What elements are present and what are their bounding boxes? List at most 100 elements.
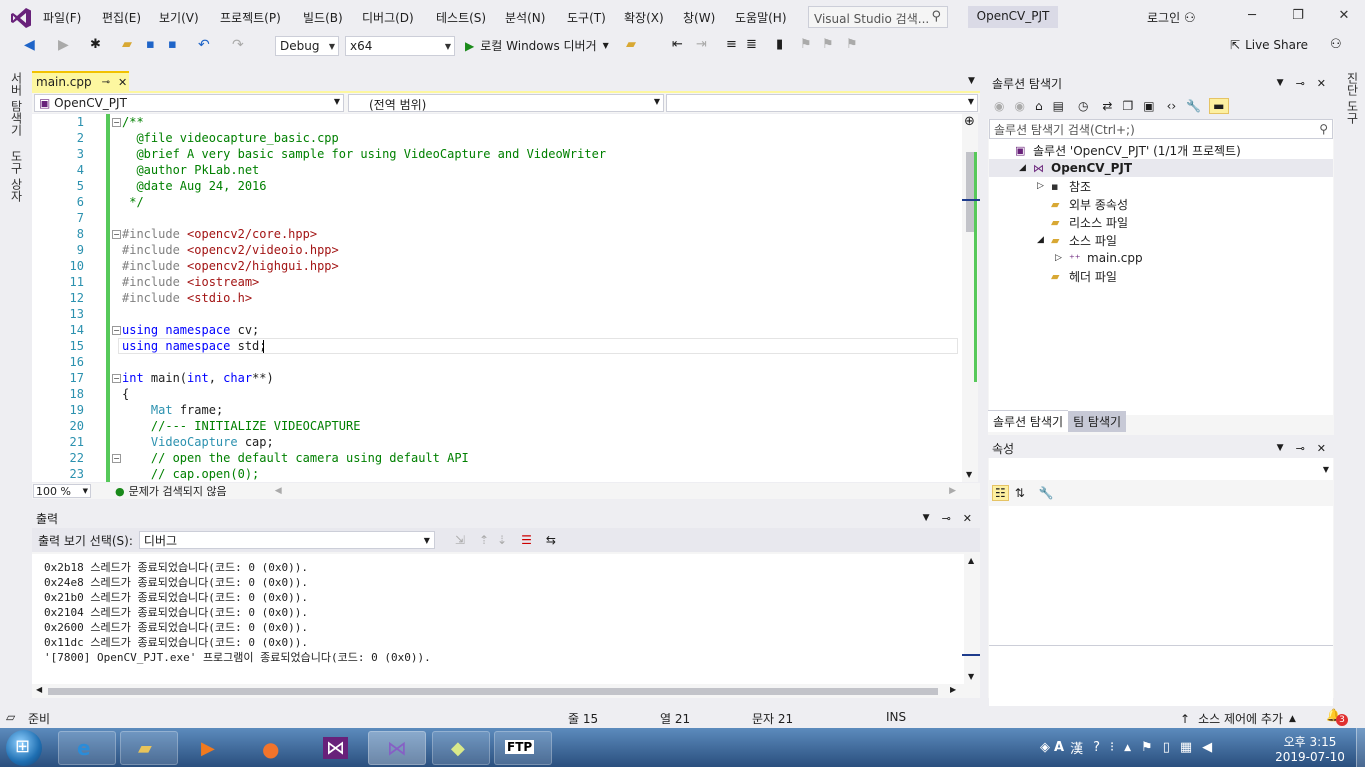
pin-icon[interactable]: ⊸ <box>1296 442 1305 455</box>
tree-expander-icon[interactable]: ◢ <box>1037 235 1051 245</box>
collapse-all-icon[interactable]: ❐ <box>1122 99 1133 113</box>
clear-all-icon[interactable]: ☰ <box>521 533 532 547</box>
bookmark-prev-icon[interactable]: ⚑ <box>800 37 816 53</box>
split-icon[interactable]: ⊕ <box>964 114 975 129</box>
tree-expander-icon[interactable]: ◢ <box>1019 163 1033 173</box>
bookmark-next-icon[interactable]: ⚑ <box>822 37 838 53</box>
tab-team-explorer[interactable]: 팀 탐색기 <box>1068 410 1127 432</box>
back-icon[interactable]: ◀ <box>24 37 40 53</box>
uncomment-icon[interactable]: ≣ <box>746 37 762 53</box>
tree-item[interactable]: ▰ 외부 종속성 <box>989 195 1333 213</box>
scope-nav-select[interactable]: (전역 범위) ▼ <box>348 94 664 112</box>
menu-item-4[interactable]: 빌드(B) <box>303 9 343 26</box>
tray-expand-icon[interactable]: ▲ <box>1124 743 1131 753</box>
project-nav-select[interactable]: ▣ OpenCV_PJT ▼ <box>34 94 344 112</box>
pin-icon[interactable]: ⊸ <box>1296 77 1305 90</box>
step-icon[interactable]: ⇤ <box>672 37 688 53</box>
close-icon[interactable]: ✕ <box>1336 8 1352 24</box>
notifications-button[interactable]: 🔔 3 <box>1326 708 1348 726</box>
close-icon[interactable]: ✕ <box>1317 77 1326 90</box>
tab-overflow-icon[interactable]: ▼ <box>968 76 975 86</box>
tree-item[interactable]: ▰ 리소스 파일 <box>989 213 1333 231</box>
sync-icon[interactable]: ⇄ <box>1102 99 1112 113</box>
undo-icon[interactable]: ↶ <box>198 37 214 53</box>
preview-icon[interactable]: ▬ <box>1209 98 1229 114</box>
alphabetical-icon[interactable]: ⇅ <box>1015 486 1025 500</box>
bookmark-clear-icon[interactable]: ⚑ <box>846 37 862 53</box>
show-desktop-button[interactable] <box>1356 728 1365 767</box>
volume-icon[interactable]: ◀ <box>1202 740 1212 755</box>
output-source-select[interactable]: 디버그 ▼ <box>138 531 435 549</box>
menu-item-2[interactable]: 보기(V) <box>159 9 199 26</box>
window-menu-icon[interactable]: ▼ <box>1277 78 1284 88</box>
scroll-left-icon[interactable]: ◀ <box>36 685 42 694</box>
tree-item[interactable]: ▷ ⁺⁺ main.cpp <box>989 249 1333 267</box>
bookmark-icon[interactable]: ▮ <box>776 37 792 53</box>
menu-item-0[interactable]: 파일(F) <box>43 9 81 26</box>
scroll-down-icon[interactable]: ▼ <box>966 470 972 479</box>
action-center-flag-icon[interactable]: ⚑ <box>1141 740 1153 755</box>
close-icon[interactable]: ✕ <box>963 512 972 525</box>
comment-icon[interactable]: ≡ <box>726 37 742 53</box>
show-all-files-icon[interactable]: ▣ <box>1143 99 1154 113</box>
menu-item-11[interactable]: 도움말(H) <box>735 9 787 26</box>
scroll-up-icon[interactable]: ▲ <box>968 556 974 565</box>
scroll-right-icon[interactable]: ▶ <box>950 685 956 694</box>
server-explorer-tab[interactable]: 서버 탐색기 <box>8 72 25 136</box>
browse-icon[interactable]: ▰ <box>626 37 642 53</box>
fold-toggle-icon[interactable]: − <box>112 326 121 335</box>
tree-item[interactable]: ◢ ⋈ OpenCV_PJT <box>989 159 1333 177</box>
prev-message-icon[interactable]: ⇡ <box>479 533 489 547</box>
network-globe-icon[interactable]: ◈ <box>1040 740 1050 755</box>
login-button[interactable]: 로그인 ⚇ <box>1147 9 1196 26</box>
scroll-right-icon[interactable]: ▶ <box>949 486 956 496</box>
menu-item-3[interactable]: 프로젝트(P) <box>220 9 281 26</box>
properties-object-select[interactable]: ▼ <box>989 458 1333 480</box>
tab-main-cpp[interactable]: main.cpp ⊸ ✕ <box>32 71 129 91</box>
save-all-icon[interactable]: ▪ <box>168 37 184 53</box>
toolbox-tab[interactable]: 도구 상자 <box>8 150 25 202</box>
scrollbar-thumb[interactable] <box>48 688 938 695</box>
ime-settings-icon[interactable]: ⁝ <box>1110 740 1114 755</box>
save-icon[interactable]: ▪ <box>146 37 162 53</box>
tree-expander-icon[interactable]: ▷ <box>1055 253 1069 263</box>
menu-item-10[interactable]: 창(W) <box>683 9 715 26</box>
menu-item-6[interactable]: 테스트(S) <box>436 9 486 26</box>
device-icon[interactable]: ▯ <box>1163 740 1170 755</box>
solution-search-input[interactable]: 솔루션 탐색기 검색(Ctrl+;) ⚲ <box>989 119 1333 139</box>
fold-toggle-icon[interactable]: − <box>112 454 121 463</box>
tree-item[interactable]: ▰ 헤더 파일 <box>989 267 1333 285</box>
code-editor[interactable]: 1 2 3 4 5 6 7 8 9 10 11 12 13 14 15 16 17 18 19 20 21 22 23 /*… <box>32 114 962 482</box>
start-debugging-button[interactable]: ▶ 로컬 Windows 디버거 ▼ <box>465 37 609 54</box>
open-folder-icon[interactable]: ▰ <box>122 37 138 53</box>
feedback-icon[interactable]: ⚇ <box>1330 37 1346 53</box>
platform-select[interactable]: x64 ▼ <box>345 36 455 56</box>
taskbar-firefox[interactable]: ● <box>244 731 302 765</box>
output-text-area[interactable]: 0x2b18 스레드가 종료되었습니다(코드: 0 (0x0)). 0x24e8 … <box>32 554 964 686</box>
source-control-button[interactable]: ↑ 소스 제어에 추가 ▲ <box>1180 710 1296 727</box>
tree-item[interactable]: ◢ ▰ 소스 파일 <box>989 231 1333 249</box>
new-item-icon[interactable]: ✱ <box>90 37 106 53</box>
menu-item-7[interactable]: 분석(N) <box>505 9 545 26</box>
next-message-icon[interactable]: ⇣ <box>497 533 507 547</box>
live-share-button[interactable]: ⇱ Live Share <box>1230 38 1308 52</box>
categorized-icon[interactable]: ☷ <box>992 485 1009 501</box>
clock[interactable]: 오후 3:15 2019-07-10 <box>1270 733 1350 764</box>
menu-item-1[interactable]: 편집(E) <box>102 9 141 26</box>
fold-toggle-icon[interactable]: − <box>112 118 121 127</box>
start-button[interactable]: ⊞ <box>6 730 42 766</box>
zoom-select[interactable]: 100 % ▼ <box>33 484 91 498</box>
ime-mode[interactable]: A <box>1054 740 1064 755</box>
scrollbar-thumb[interactable] <box>966 152 974 232</box>
window-menu-icon[interactable]: ▼ <box>923 513 930 523</box>
property-pages-icon[interactable]: 🔧 <box>1039 486 1054 500</box>
word-wrap-icon[interactable]: ⇆ <box>546 533 556 547</box>
search-input[interactable]: Visual Studio 검색... ⚲ <box>808 6 948 28</box>
pin-icon[interactable]: ⊸ <box>942 512 951 525</box>
fold-toggle-icon[interactable]: − <box>112 230 121 239</box>
taskbar-ftp[interactable]: FTP <box>494 731 552 765</box>
minimize-icon[interactable]: ─ <box>1244 8 1260 24</box>
editor-vertical-scrollbar[interactable]: ⊕ ▼ <box>962 114 978 482</box>
redo-icon[interactable]: ↷ <box>232 37 248 53</box>
tree-expander-icon[interactable]: ▷ <box>1037 181 1051 191</box>
